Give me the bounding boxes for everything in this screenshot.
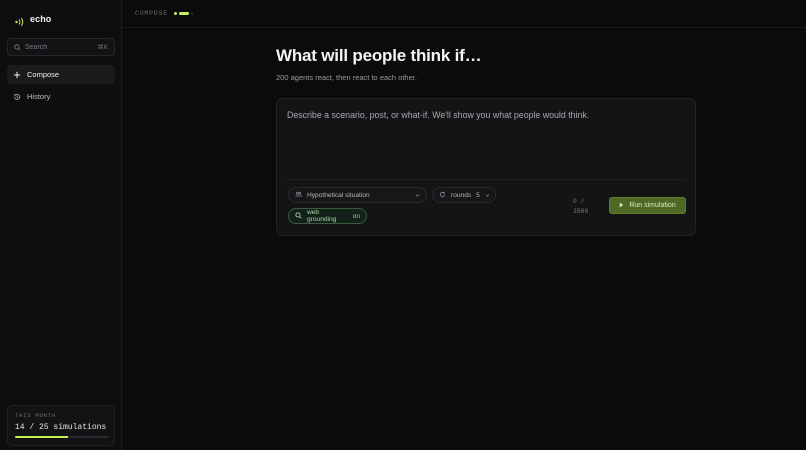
sidebar-item-history[interactable]: History xyxy=(7,87,115,106)
situation-select[interactable]: Hypothetical situation xyxy=(288,187,427,203)
scenario-input[interactable] xyxy=(287,110,683,170)
web-grounding-toggle[interactable]: web grounding on xyxy=(288,208,367,224)
composer-card: Hypothetical situation rounds 5 web grou… xyxy=(276,98,696,236)
usage-progress-fill xyxy=(15,436,68,438)
sidebar-item-label: Compose xyxy=(27,70,60,79)
character-count-max: 3500 xyxy=(573,208,589,215)
step-dot-active xyxy=(178,12,189,15)
search-icon xyxy=(14,38,21,56)
brand-name: echo xyxy=(30,14,52,24)
echo-logo-icon xyxy=(15,14,25,27)
rounds-select[interactable]: rounds 5 xyxy=(432,187,496,203)
sidebar-item-label: History xyxy=(27,92,51,101)
sidebar: echo ⌘K Compose History THIS MONTH 14 / … xyxy=(0,0,122,450)
web-grounding-label: web grounding xyxy=(307,209,337,223)
character-counter: 0 / 3500 xyxy=(573,197,599,217)
chevron-down-icon xyxy=(485,192,490,198)
topbar: COMPOSE xyxy=(122,0,806,28)
history-icon xyxy=(13,93,21,101)
situation-label: Hypothetical situation xyxy=(307,191,370,199)
usage-count: 14 / 25 simulations xyxy=(15,423,107,432)
plus-icon xyxy=(13,71,21,79)
usage-progress-bar xyxy=(15,436,109,438)
step-dot xyxy=(190,12,193,15)
divider xyxy=(287,179,685,180)
sidebar-item-compose[interactable]: Compose xyxy=(7,65,115,84)
people-icon xyxy=(295,191,302,200)
step-indicator xyxy=(173,12,193,15)
page-title: What will people think if… xyxy=(276,46,482,65)
usage-card: THIS MONTH 14 / 25 simulations xyxy=(7,405,115,446)
step-dot xyxy=(173,12,177,15)
play-icon xyxy=(619,202,624,210)
run-simulation-button[interactable]: Run simulation xyxy=(609,197,686,214)
rounds-value: 5 xyxy=(476,191,480,199)
page-subtitle: 200 agents react, then react to each oth… xyxy=(276,73,417,82)
search-box[interactable]: ⌘K xyxy=(7,38,115,56)
search-shortcut: ⌘K xyxy=(97,43,108,51)
search-input[interactable] xyxy=(25,43,91,51)
search-icon xyxy=(295,211,302,221)
web-grounding-state: on xyxy=(352,212,360,220)
brand[interactable]: echo xyxy=(15,12,52,27)
chevron-down-icon xyxy=(414,192,420,198)
usage-label: THIS MONTH xyxy=(15,412,56,419)
refresh-icon xyxy=(439,191,446,200)
character-count-current: 0 / xyxy=(573,198,585,205)
rounds-label: rounds xyxy=(451,191,472,199)
run-simulation-label: Run simulation xyxy=(629,202,676,209)
breadcrumb: COMPOSE xyxy=(135,10,168,17)
